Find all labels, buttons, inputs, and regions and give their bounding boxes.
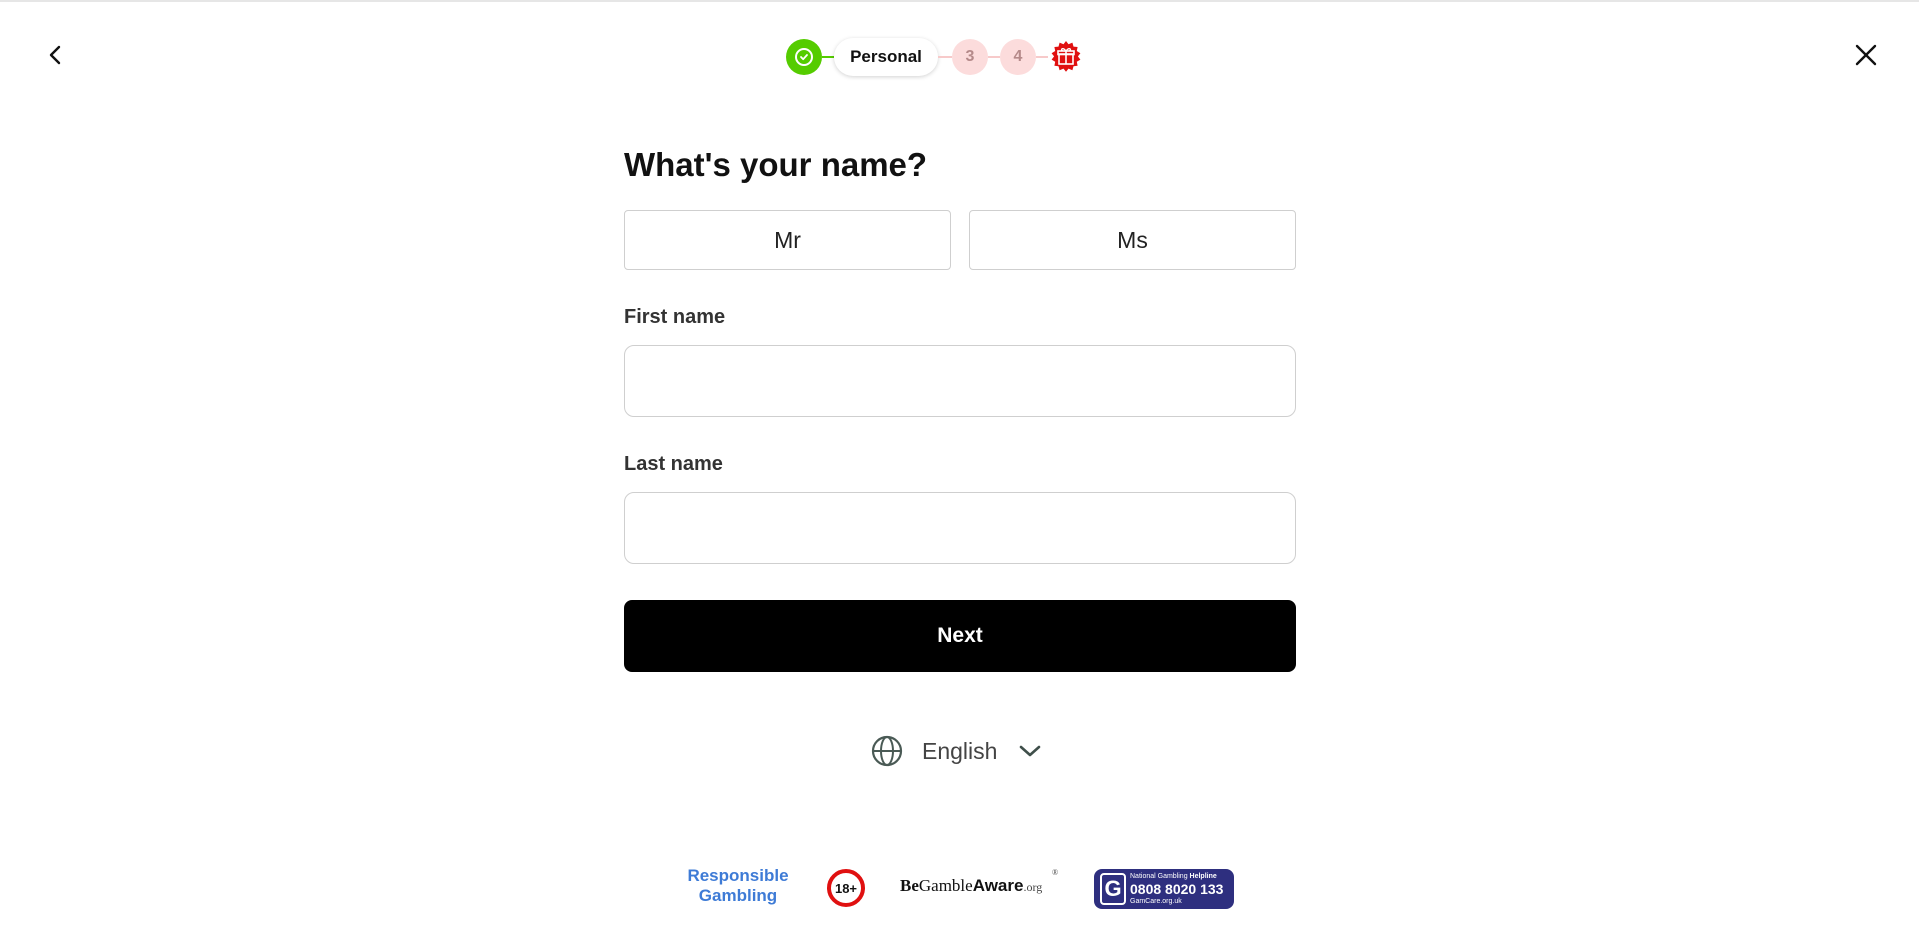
step-connector [938, 56, 952, 58]
salutation-mr-button[interactable]: Mr [624, 210, 951, 270]
first-name-input[interactable] [624, 345, 1296, 417]
gamcare-logo-icon: G [1100, 873, 1126, 905]
gamcare-helpline-badge[interactable]: G National Gambling Helpline 0808 8020 1… [1094, 869, 1234, 909]
step-3: 3 [952, 39, 988, 75]
close-icon [1855, 44, 1877, 66]
page-title: What's your name? [624, 146, 928, 183]
first-name-label: First name [624, 306, 726, 328]
bga-aware: Aware [972, 876, 1024, 895]
last-name-label: Last name [624, 453, 723, 475]
step-reward [1048, 39, 1084, 75]
gamcare-site: GamCare.org.uk [1130, 898, 1182, 905]
helpline-word: Helpline [1189, 873, 1217, 880]
footer-badges: Responsible Gambling 18+ BeGambleAware.o… [0, 866, 1919, 910]
language-label: English [922, 737, 998, 764]
chevron-down-icon [1017, 738, 1043, 764]
chevron-left-icon [49, 45, 61, 65]
begambleaware-logo[interactable]: BeGambleAware.org ® [900, 868, 1058, 896]
bga-be: Be [900, 876, 919, 895]
step-current-personal: Personal [834, 38, 938, 76]
gift-icon [1051, 41, 1081, 72]
globe-icon [870, 734, 904, 768]
check-icon [800, 54, 808, 61]
step-connector [1036, 56, 1048, 58]
top-border [0, 0, 1919, 2]
helpline-phone: 0808 8020 133 [1130, 881, 1224, 897]
bga-gamble: Gamble [918, 876, 973, 895]
bga-org: .org [1023, 880, 1043, 894]
step-connector [988, 56, 1000, 58]
step-connector [822, 56, 834, 58]
back-button[interactable] [40, 40, 70, 70]
helpline-title: National Gambling Helpline [1130, 873, 1217, 880]
salutation-ms-button[interactable]: Ms [969, 210, 1296, 270]
language-selector[interactable]: English [870, 733, 1043, 769]
bga-registered-mark: ® [1052, 868, 1059, 877]
age-restriction-badge: 18+ [827, 869, 865, 907]
step-completed [786, 39, 822, 75]
helpline-prefix: National Gambling [1130, 873, 1190, 880]
last-name-input[interactable] [624, 492, 1296, 564]
step-4: 4 [1000, 39, 1036, 75]
close-button[interactable] [1851, 40, 1881, 70]
next-button[interactable]: Next [624, 600, 1296, 672]
progress-stepper: Personal 3 4 [786, 38, 1086, 76]
responsible-gambling-link[interactable]: Responsible Gambling [686, 866, 790, 906]
